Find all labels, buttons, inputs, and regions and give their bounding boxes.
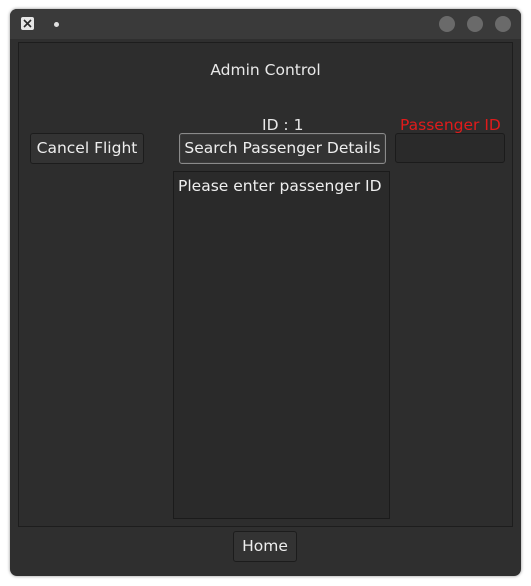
title-dot-icon xyxy=(54,22,59,27)
passenger-id-input[interactable] xyxy=(395,133,505,163)
x-window-icon xyxy=(21,17,34,30)
title-bar[interactable] xyxy=(10,9,521,39)
search-passenger-button[interactable]: Search Passenger Details xyxy=(179,133,386,164)
app-window: Admin Control ID : 1 Passenger ID Cancel… xyxy=(10,9,521,576)
passenger-id-label: Passenger ID xyxy=(400,116,501,134)
cancel-flight-button[interactable]: Cancel Flight xyxy=(30,133,144,164)
maximize-button[interactable] xyxy=(467,16,483,32)
id-label: ID : 1 xyxy=(262,116,304,134)
close-button[interactable] xyxy=(495,16,511,32)
passenger-details-textarea[interactable]: Please enter passenger ID xyxy=(173,171,390,519)
main-panel: Admin Control ID : 1 Passenger ID Cancel… xyxy=(18,42,513,527)
details-text: Please enter passenger ID xyxy=(178,177,382,195)
page-title: Admin Control xyxy=(210,61,321,79)
minimize-button[interactable] xyxy=(439,16,455,32)
home-button[interactable]: Home xyxy=(233,531,297,562)
